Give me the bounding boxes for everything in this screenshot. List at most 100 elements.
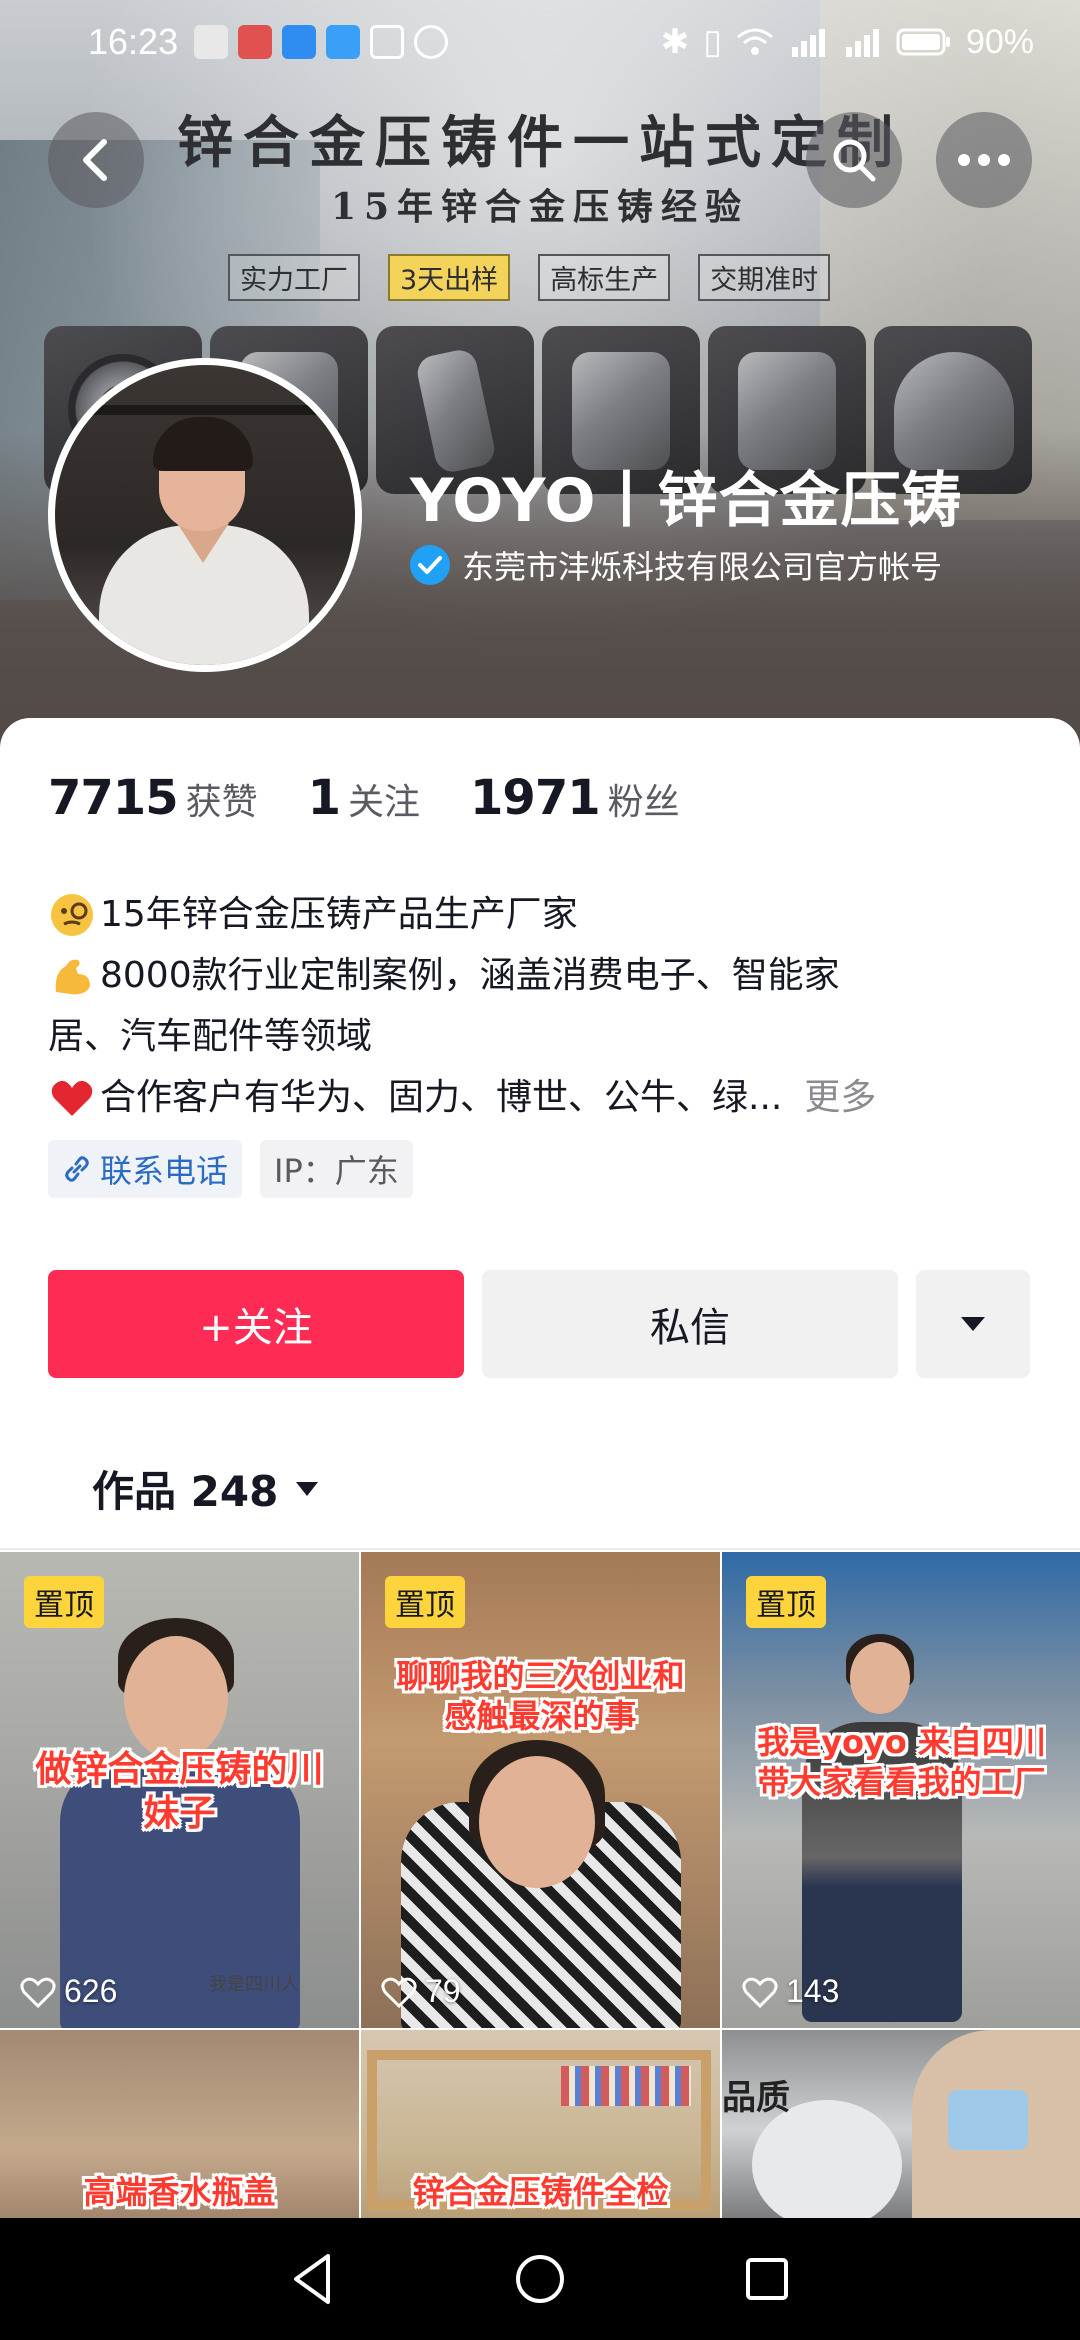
profile-panel: 7715 获赞 1 关注 1971 粉丝 15年锌合金压铸产品生产厂家 8000… [0,718,1080,2230]
tab-works[interactable]: 作品 248 [92,1458,320,1519]
heart-outline-icon [742,1977,778,2008]
chevron-left-icon [83,139,107,181]
video-thumbnail[interactable]: 锌合金压铸件全检 [361,2030,720,2230]
video-thumbnail[interactable]: 置顶 做锌合金压铸的川妹子 我是四川人 626 [0,1552,359,2028]
bio-text: 合作客户有华为、固力、博世、公牛、绿... [100,1077,783,1118]
search-icon [833,139,876,182]
video-thumbnail[interactable]: 品质 [722,2030,1080,2230]
status-right: ✱ ▯ 90% [661,22,1034,62]
banner-subtitle: 15年锌合金压铸经验 [330,186,750,228]
stat-value: 1 [307,770,341,826]
monocle-face-emoji [51,893,93,936]
stat-following[interactable]: 1 关注 [308,770,420,826]
battery-icon [896,28,950,56]
video-thumbnail[interactable]: 置顶 聊聊我的三次创业和感触最深的事 79 [361,1552,720,2028]
bluetooth-icon: ✱ [660,23,690,61]
nav-home-button[interactable] [495,2234,585,2324]
video-likes: 79 [381,1973,461,2010]
caret-down-icon [296,1481,319,1496]
stat-label: 获赞 [185,782,258,823]
divider [0,1548,1080,1550]
avatar[interactable] [48,358,362,672]
pinned-badge: 置顶 [385,1576,465,1628]
contact-phone-label: 联系电话 [100,1152,229,1190]
video-thumbnail[interactable]: 高端香水瓶盖 [0,2030,359,2230]
likes-count: 79 [425,1973,461,2009]
stat-followers[interactable]: 1971 粉丝 [470,770,680,826]
nav-back-button[interactable] [268,2234,358,2324]
banner-tag: 实力工厂 [228,254,360,301]
video-caption: 锌合金压铸件全检 [412,2173,669,2211]
wifi-icon [736,28,773,55]
alarm-icon [414,25,449,59]
pinned-badge: 置顶 [24,1576,104,1628]
status-time: 16:23 [88,21,179,62]
video-caption: 品质 [722,2078,790,2118]
bio-text: 8000款行业定制案例，涵盖消费电子、智能家 [100,955,840,996]
status-bar: 16:23 ✱ ▯ 90% [0,0,1080,84]
mail-icon [194,25,229,59]
recommend-dropdown-button[interactable] [916,1270,1030,1378]
back-triangle-icon [294,2254,331,2304]
signal-4g-icon [845,29,879,57]
stat-value: 1971 [470,770,601,826]
profile-bio[interactable]: 15年锌合金压铸产品生产厂家 8000款行业定制案例，涵盖消费电子、智能家 居、… [48,884,1028,1128]
video-caption: 高端香水瓶盖 [83,2173,276,2211]
contact-phone-chip[interactable]: 联系电话 [48,1140,243,1198]
recents-square-icon [745,2258,788,2300]
profile-actions: +关注 私信 [48,1270,1030,1378]
verified-text: 东莞市沣烁科技有限公司官方帐号 [462,548,943,586]
likes-count: 626 [64,1973,118,2009]
nfc-icon [370,25,405,59]
vibrate-icon: ▯ [703,23,722,61]
stat-likes[interactable]: 7715 获赞 [48,770,258,826]
video-watermark: 我是四川人 [209,1974,299,1995]
video-thumbnail[interactable]: 置顶 我是yoyo 来自四川带大家看看我的工厂 143 [722,1552,1080,2028]
bio-line: 合作客户有华为、固力、博世、公牛、绿... 更多 [48,1067,1028,1128]
bio-text: 居、汽车配件等领域 [48,1016,373,1057]
back-button[interactable] [48,112,144,208]
video-caption: 聊聊我的三次创业和感触最深的事 [396,1657,685,1735]
red-heart-emoji [51,1080,93,1116]
ip-location-label: IP：广东 [274,1152,399,1190]
stat-label: 粉丝 [607,782,680,823]
caret-down-icon [961,1317,985,1331]
bio-line: 8000款行业定制案例，涵盖消费电子、智能家 [48,945,1028,1006]
banner-tag: 交期准时 [698,254,831,301]
more-horizontal-icon [958,154,1010,166]
video-grid: 置顶 做锌合金压铸的川妹子 我是四川人 626 置顶 聊聊我的三次创业和感触最深… [0,1552,1080,2230]
stat-value: 7715 [48,770,179,826]
notification-icons [194,25,449,59]
flexed-biceps-emoji [55,959,90,994]
verified-check-icon [410,545,450,585]
more-button[interactable] [936,112,1032,208]
likes-count: 143 [786,1973,840,2009]
banner-tags: 实力工厂 3天出样 高标生产 交期准时 [228,254,831,301]
video-likes: 143 [742,1973,839,2010]
heart-outline-icon [381,1977,417,2008]
app-icon [238,25,273,59]
search-button[interactable] [806,112,902,208]
pinned-badge: 置顶 [746,1576,826,1628]
bio-line: 居、汽车配件等领域 [48,1006,1028,1067]
weather-icon [282,25,317,59]
follow-button[interactable]: +关注 [48,1270,464,1378]
profile-name: YOYO丨锌合金压铸 [410,466,963,536]
banner-tag-highlight: 3天出样 [388,254,511,301]
battery-percent: 90% [965,22,1034,61]
bio-line: 15年锌合金压铸产品生产厂家 [48,884,1028,945]
home-circle-icon [515,2255,564,2303]
link-icon [65,1156,89,1182]
tab-works-label: 作品 248 [92,1467,279,1516]
nav-recents-button[interactable] [722,2234,812,2324]
verified-line: 东莞市沣烁科技有限公司官方帐号 [410,542,942,588]
stat-label: 关注 [348,782,421,823]
system-nav-bar [0,2218,1080,2340]
video-caption: 我是yoyo 来自四川带大家看看我的工厂 [757,1723,1046,1801]
profile-chips: 联系电话 IP：广东 [48,1140,413,1198]
video-likes: 626 [20,1973,117,2010]
message-button[interactable]: 私信 [482,1270,898,1378]
bio-more-link[interactable]: 更多 [804,1067,876,1128]
browser-icon [326,25,361,59]
bio-text: 15年锌合金压铸产品生产厂家 [100,894,578,935]
